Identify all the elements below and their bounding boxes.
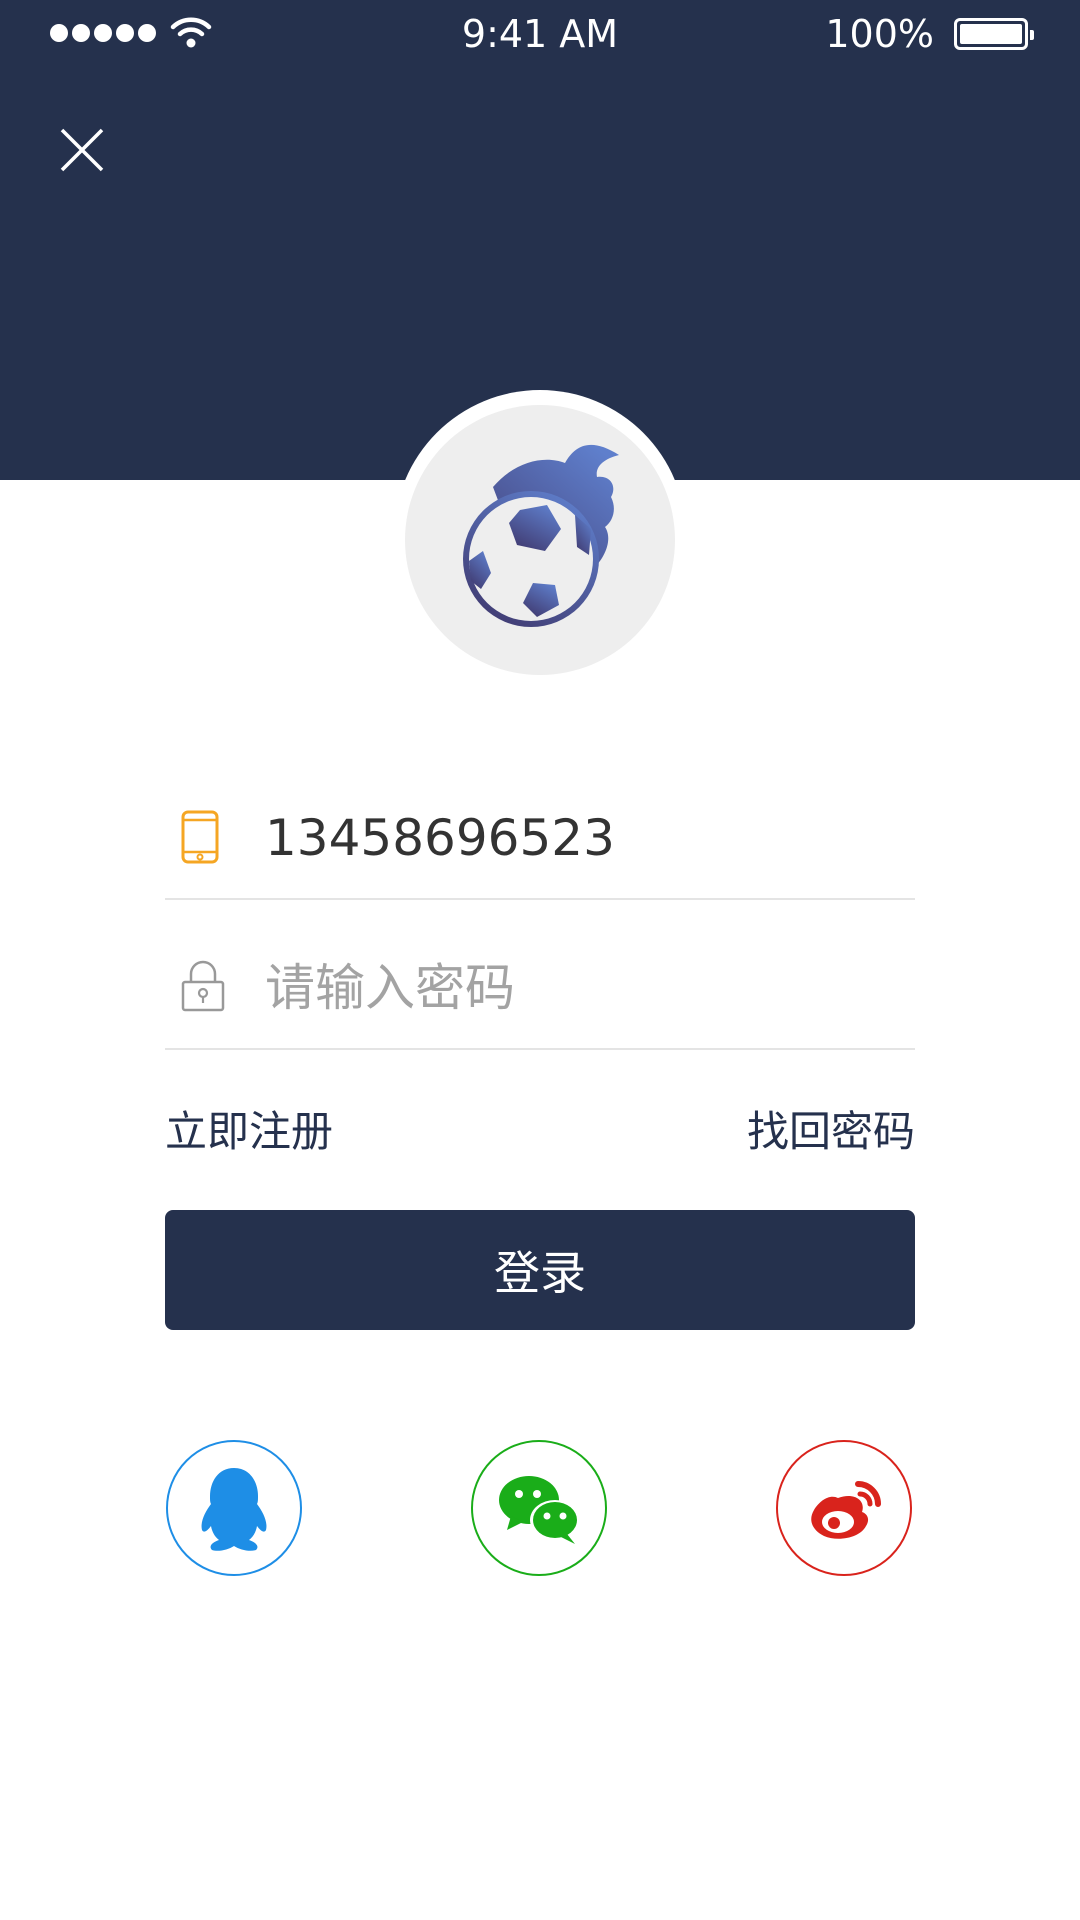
close-button[interactable] bbox=[56, 124, 108, 176]
lock-icon bbox=[181, 960, 225, 1012]
qq-penguin-icon bbox=[201, 1468, 267, 1551]
battery-icon bbox=[954, 18, 1034, 50]
battery-percent: 100% bbox=[825, 12, 934, 56]
password-field bbox=[165, 900, 915, 1050]
flaming-soccer-ball-icon bbox=[463, 444, 619, 627]
wechat-login-button[interactable] bbox=[471, 1440, 607, 1576]
login-button[interactable]: 登录 bbox=[165, 1210, 915, 1330]
phone-icon bbox=[181, 810, 219, 864]
register-link[interactable]: 立即注册 bbox=[165, 1102, 333, 1162]
phone-input[interactable] bbox=[265, 806, 905, 870]
wechat-icon bbox=[499, 1476, 580, 1544]
status-bar: 9:41 AM 100% bbox=[0, 0, 1080, 68]
password-input[interactable] bbox=[265, 956, 905, 1020]
close-icon bbox=[60, 128, 104, 172]
forgot-password-link[interactable]: 找回密码 bbox=[747, 1102, 915, 1162]
login-button-label: 登录 bbox=[494, 1246, 586, 1300]
weibo-icon bbox=[811, 1481, 881, 1539]
qq-login-button[interactable] bbox=[166, 1440, 302, 1576]
avatar bbox=[405, 405, 675, 675]
weibo-login-button[interactable] bbox=[776, 1440, 912, 1576]
phone-field bbox=[165, 750, 915, 900]
